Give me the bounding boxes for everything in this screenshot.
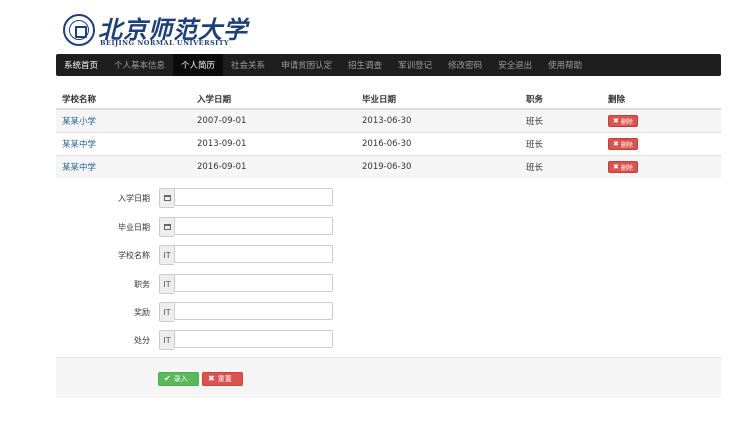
form-row-award: 奖励 IT — [56, 302, 456, 322]
reset-button[interactable]: ✖ 重置 — [202, 372, 243, 386]
end-date-cell: 2016-06-30 — [356, 132, 520, 156]
university-header: 北京师范大学 BEIJING NORMAL UNIVERSITY — [56, 8, 356, 52]
school-label: 学校名称 — [118, 251, 150, 260]
main-nav: 系统首页 个人基本信息 个人简历 社会关系 申请贫困认定 招生调查 军训登记 修… — [56, 54, 721, 76]
school-link[interactable]: 某某中学 — [62, 163, 96, 173]
nav-item-admission-survey[interactable]: 招生调查 — [340, 54, 390, 76]
position-cell: 班长 — [520, 132, 602, 156]
table-row: 某某小学 2007-09-01 2013-06-30 班长 ✖ 删除 — [56, 108, 721, 133]
delete-button[interactable]: ✖ 删除 — [608, 161, 638, 173]
start-date-input[interactable] — [174, 188, 333, 206]
start-date-cell: 2013-09-01 — [191, 132, 356, 156]
start-date-label: 入学日期 — [118, 194, 150, 203]
start-date-cell: 2016-09-01 — [191, 155, 356, 178]
nav-item-social-relations[interactable]: 社会关系 — [223, 54, 273, 76]
delete-label: 删除 — [620, 118, 633, 126]
form-row-end-date: 毕业日期 — [56, 217, 456, 237]
position-cell: 班长 — [520, 155, 602, 178]
school-link[interactable]: 某某小学 — [62, 117, 96, 127]
nav-item-help[interactable]: 使用帮助 — [540, 54, 590, 76]
col-delete: 删除 — [602, 89, 721, 110]
end-date-cell: 2013-06-30 — [356, 108, 520, 133]
close-icon: ✖ — [613, 116, 619, 125]
form-row-penalty: 处分 IT — [56, 330, 456, 350]
award-input[interactable] — [174, 302, 333, 320]
close-icon: ✖ — [613, 139, 619, 148]
nav-item-poverty-application[interactable]: 申请贫困认定 — [273, 54, 340, 76]
position-cell: 班长 — [520, 108, 602, 133]
university-seal-icon — [63, 14, 95, 46]
text-icon: IT — [159, 274, 174, 294]
col-end-date: 毕业日期 — [356, 89, 520, 110]
col-school: 学校名称 — [56, 89, 191, 110]
end-date-label: 毕业日期 — [118, 223, 150, 232]
university-name-en: BEIJING NORMAL UNIVERSITY — [100, 39, 230, 47]
form-row-position: 职务 IT — [56, 274, 456, 294]
form-row-school: 学校名称 IT — [56, 245, 456, 265]
col-position: 职务 — [520, 89, 602, 110]
nav-item-change-password[interactable]: 修改密码 — [440, 54, 490, 76]
delete-button[interactable]: ✖ 删除 — [608, 138, 638, 150]
position-input[interactable] — [174, 274, 333, 292]
submit-button[interactable]: ✔ 录入 — [158, 372, 199, 386]
submit-label: 录入 — [173, 375, 188, 383]
text-icon: IT — [159, 330, 174, 350]
delete-label: 删除 — [620, 164, 633, 172]
resume-table: 学校名称 入学日期 毕业日期 职务 删除 某某小学 2007-09-01 201… — [56, 89, 721, 178]
penalty-label: 处分 — [134, 336, 150, 345]
table-header-row: 学校名称 入学日期 毕业日期 职务 删除 — [56, 89, 721, 110]
form-actions: ✔ 录入 ✖ 重置 — [56, 357, 721, 398]
calendar-icon — [159, 217, 174, 237]
table-row: 某某中学 2016-09-01 2019-06-30 班长 ✖ 删除 — [56, 155, 721, 178]
nav-item-military-training[interactable]: 军训登记 — [390, 54, 440, 76]
close-icon: ✖ — [613, 162, 619, 171]
check-icon: ✔ — [164, 374, 171, 383]
position-label: 职务 — [134, 280, 150, 289]
nav-item-resume[interactable]: 个人简历 — [173, 54, 224, 76]
col-start-date: 入学日期 — [191, 89, 356, 110]
delete-label: 删除 — [620, 141, 633, 149]
school-input[interactable] — [174, 245, 333, 263]
delete-button[interactable]: ✖ 删除 — [608, 115, 638, 127]
penalty-input[interactable] — [174, 330, 333, 348]
nav-item-logout[interactable]: 安全退出 — [490, 54, 540, 76]
school-link[interactable]: 某某中学 — [62, 140, 96, 150]
start-date-cell: 2007-09-01 — [191, 108, 356, 133]
end-date-cell: 2019-06-30 — [356, 155, 520, 178]
table-row: 某某中学 2013-09-01 2016-06-30 班长 ✖ 删除 — [56, 132, 721, 156]
award-label: 奖励 — [134, 308, 150, 317]
close-icon: ✖ — [208, 374, 215, 383]
text-icon: IT — [159, 302, 174, 322]
reset-label: 重置 — [217, 375, 232, 383]
end-date-input[interactable] — [174, 217, 333, 235]
resume-form: 入学日期 毕业日期 学校名称 IT 职务 IT 奖励 IT 处分 IT — [56, 178, 721, 358]
form-row-start-date: 入学日期 — [56, 188, 456, 208]
nav-item-basic-info[interactable]: 个人基本信息 — [106, 54, 173, 76]
text-icon: IT — [159, 245, 174, 265]
nav-item-home[interactable]: 系统首页 — [56, 54, 106, 76]
calendar-icon — [159, 188, 174, 208]
